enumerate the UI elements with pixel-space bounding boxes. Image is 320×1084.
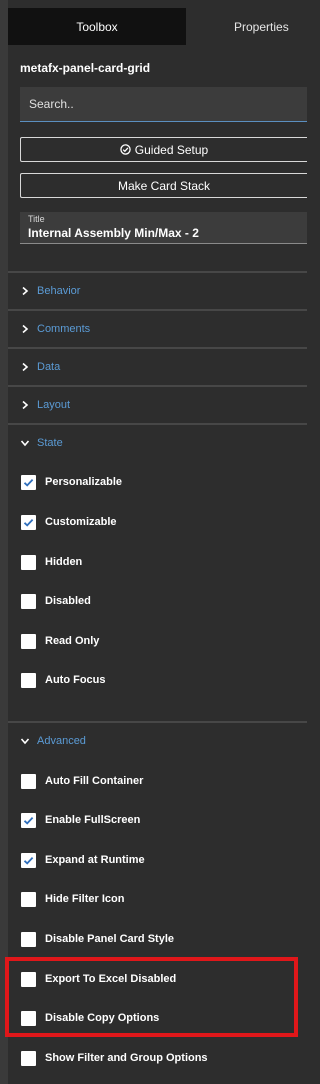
section-comments[interactable]: Comments [20,319,90,339]
checkbox-unchecked[interactable] [21,672,36,688]
section-data[interactable]: Data [20,357,60,377]
section-layout-label: Layout [37,399,71,411]
section-data-label: Data [37,361,61,373]
checkbox-row-enable-fullscreen[interactable]: Enable FullScreen [21,811,140,829]
checkbox-unchecked[interactable] [21,773,36,789]
checkmark-icon [23,478,34,487]
checkbox-unchecked[interactable] [21,931,36,947]
checkbox-label: Disable Panel Card Style [45,933,174,945]
checkbox-label: Hide Filter Icon [45,893,125,905]
checkbox-label: Expand at Runtime [45,854,145,866]
checkbox-label: Read Only [45,635,100,647]
guided-setup-button[interactable]: Guided Setup [20,137,307,162]
chevron-right-icon [22,362,29,372]
checkbox-row-customizable[interactable]: Customizable [21,513,117,531]
checkbox-checked[interactable] [21,474,36,490]
checkbox-label: Auto Focus [45,674,106,686]
checkmark-icon [23,816,34,825]
highlight-box [5,957,298,1037]
panel-tabs: Toolbox Properties [8,8,307,45]
checkmark-icon [23,856,34,865]
checkbox-row-hide-filter-icon[interactable]: Hide Filter Icon [21,890,124,908]
checkbox-row-personalizable[interactable]: Personalizable [21,473,122,491]
checkbox-checked[interactable] [21,812,36,828]
checkbox-label: Auto Fill Container [45,775,144,787]
checkbox-row-auto-focus[interactable]: Auto Focus [21,671,106,689]
title-field[interactable]: Title Internal Assembly Min/Max - 2 [20,212,307,244]
tab-properties[interactable]: Properties [186,8,307,45]
checkbox-unchecked[interactable] [21,593,36,609]
divider [8,271,307,273]
checkbox-unchecked[interactable] [21,633,36,649]
chevron-right-icon [22,324,29,334]
checkbox-row-auto-fill-container[interactable]: Auto Fill Container [21,772,143,790]
make-card-stack-label: Make Card Stack [117,178,211,193]
search-input[interactable] [20,87,307,122]
checkbox-row-read-only[interactable]: Read Only [21,632,99,650]
section-behavior-label: Behavior [37,285,81,297]
checkbox-row-disable-panel-card-style[interactable]: Disable Panel Card Style [21,930,174,948]
title-field-label: Title [28,214,45,224]
section-comments-label: Comments [37,323,91,335]
checkbox-row-expand-at-runtime[interactable]: Expand at Runtime [21,851,145,869]
chevron-right-icon [22,400,29,410]
chevron-down-icon [20,738,30,745]
chevron-down-icon [20,440,30,447]
section-advanced-label: Advanced [37,735,86,747]
checkbox-label: Hidden [45,556,83,568]
divider [8,309,307,311]
tab-toolbox[interactable]: Toolbox [8,8,186,45]
chevron-right-icon [22,286,29,296]
checkbox-label: Enable FullScreen [45,814,141,826]
checkbox-label: Disabled [45,595,91,607]
checkbox-row-disabled[interactable]: Disabled [21,592,91,610]
guided-setup-label: Guided Setup [134,142,209,157]
checkbox-row-show-filter-and-group-options[interactable]: Show Filter and Group Options [21,1049,208,1067]
checkbox-label: Personalizable [45,476,123,488]
component-name: metafx-panel-card-grid [20,61,151,75]
checkbox-checked[interactable] [21,514,36,530]
checkbox-label: Show Filter and Group Options [45,1052,208,1064]
checkbox-unchecked[interactable] [21,1050,36,1066]
left-edge-strip [0,0,8,1084]
checkbox-label: Customizable [45,516,117,528]
make-card-stack-button[interactable]: Make Card Stack [20,173,307,198]
divider [8,385,307,387]
checkbox-unchecked[interactable] [21,554,36,570]
divider [8,347,307,349]
section-behavior[interactable]: Behavior [20,281,80,301]
title-field-value[interactable]: Internal Assembly Min/Max - 2 [28,225,299,241]
section-state-label: State [37,437,63,449]
checkmark-icon [23,518,34,527]
check-circle-icon [120,144,131,155]
divider [8,423,307,425]
checkbox-row-hidden[interactable]: Hidden [21,553,82,571]
checkbox-checked[interactable] [21,852,36,868]
checkbox-unchecked[interactable] [21,891,36,907]
section-advanced[interactable]: Advanced [20,731,86,751]
section-state[interactable]: State [20,433,63,453]
section-layout[interactable]: Layout [20,395,70,415]
divider [8,721,307,723]
